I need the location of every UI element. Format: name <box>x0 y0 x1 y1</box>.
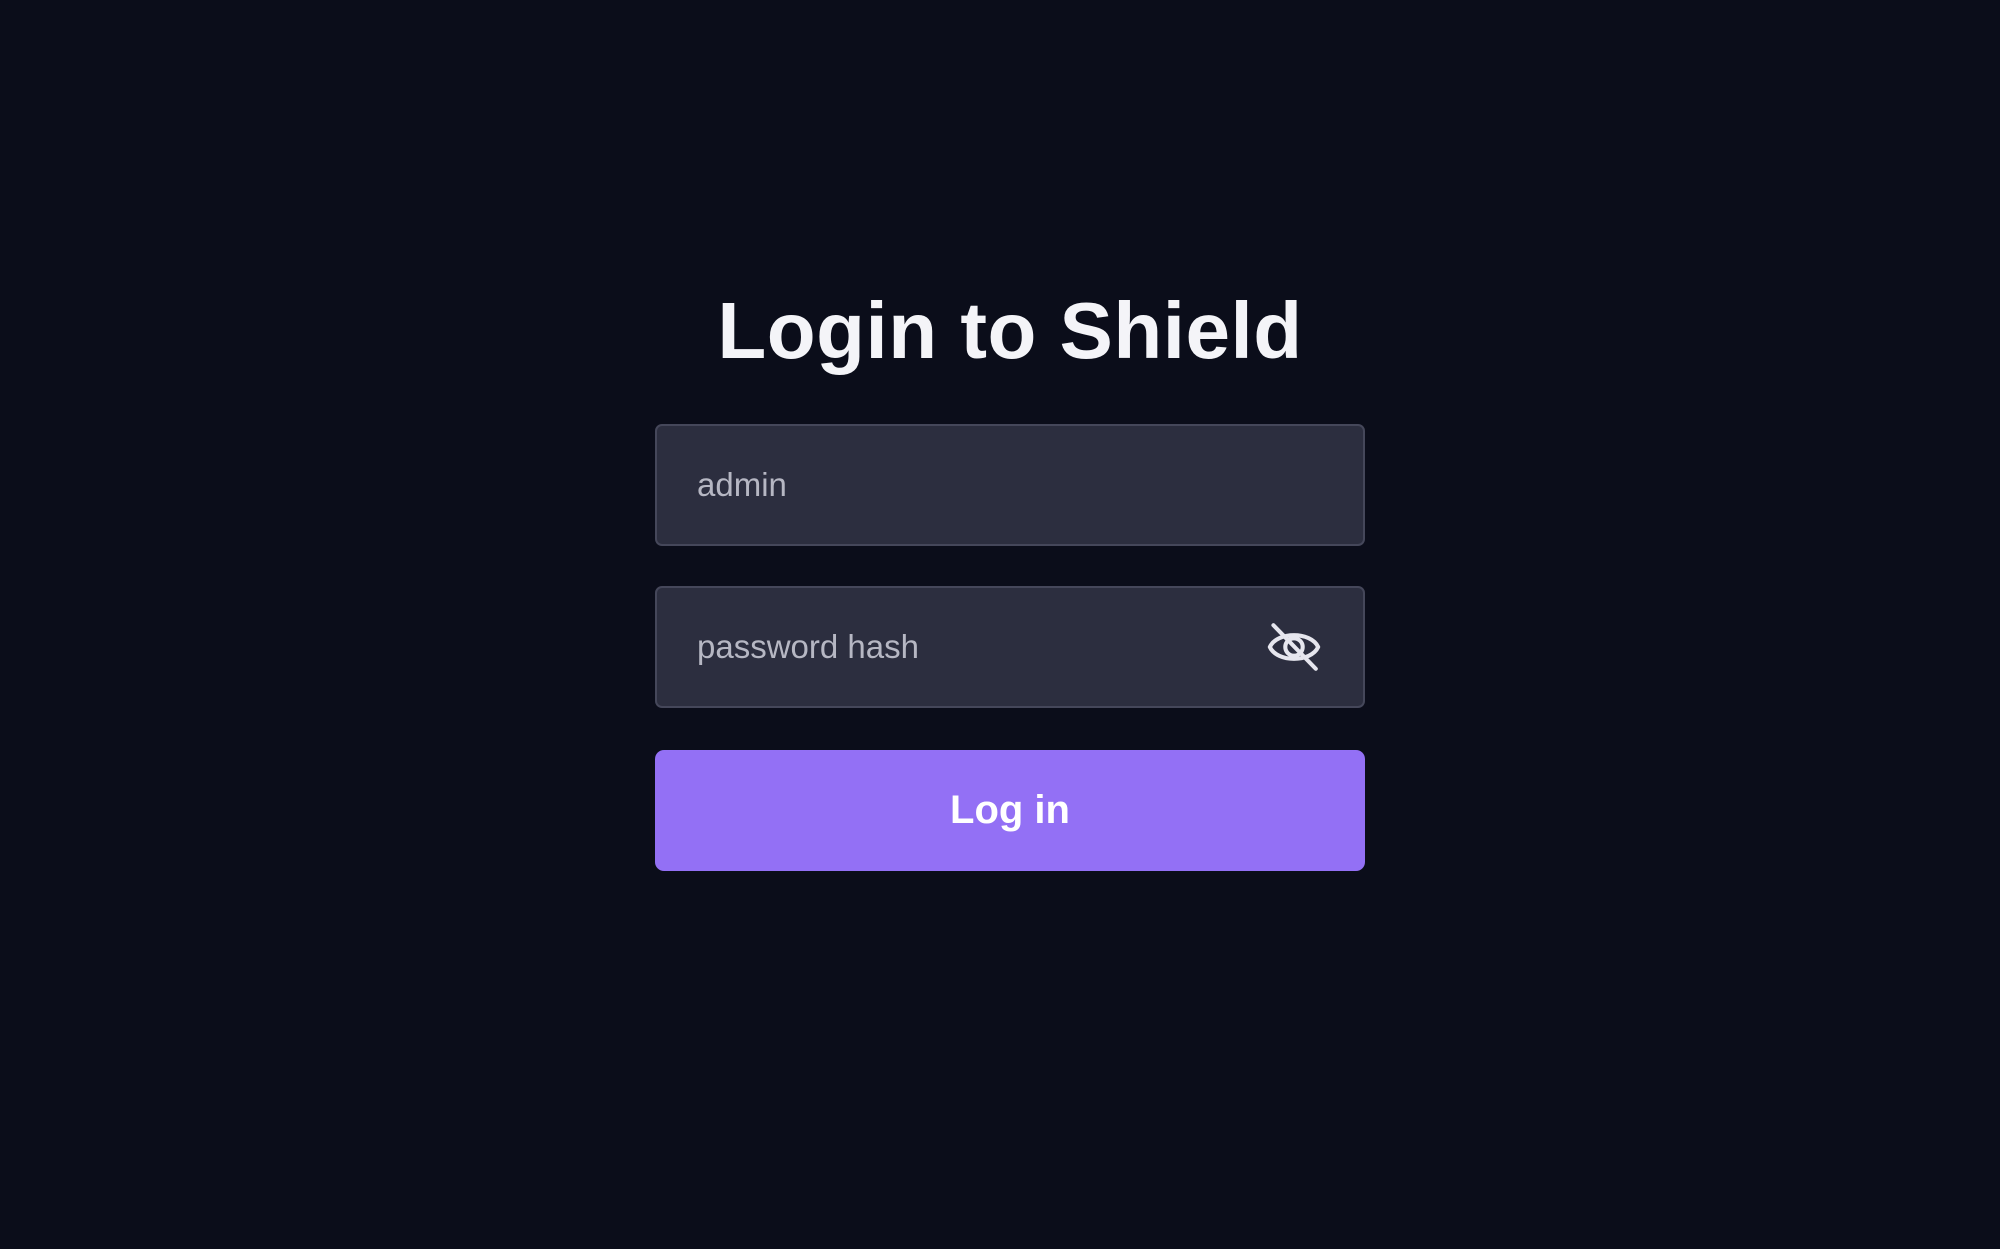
username-input[interactable] <box>657 426 1363 544</box>
toggle-password-visibility-button[interactable] <box>1265 618 1323 676</box>
login-button[interactable]: Log in <box>655 750 1365 871</box>
password-field-container <box>655 586 1365 708</box>
password-input[interactable] <box>657 588 1363 706</box>
username-field-container <box>655 424 1365 546</box>
eye-off-icon <box>1265 618 1323 676</box>
login-form: Login to Shield Log in <box>655 280 1365 871</box>
login-page: Login to Shield Log in <box>0 0 2000 1249</box>
page-title: Login to Shield <box>717 286 1303 375</box>
